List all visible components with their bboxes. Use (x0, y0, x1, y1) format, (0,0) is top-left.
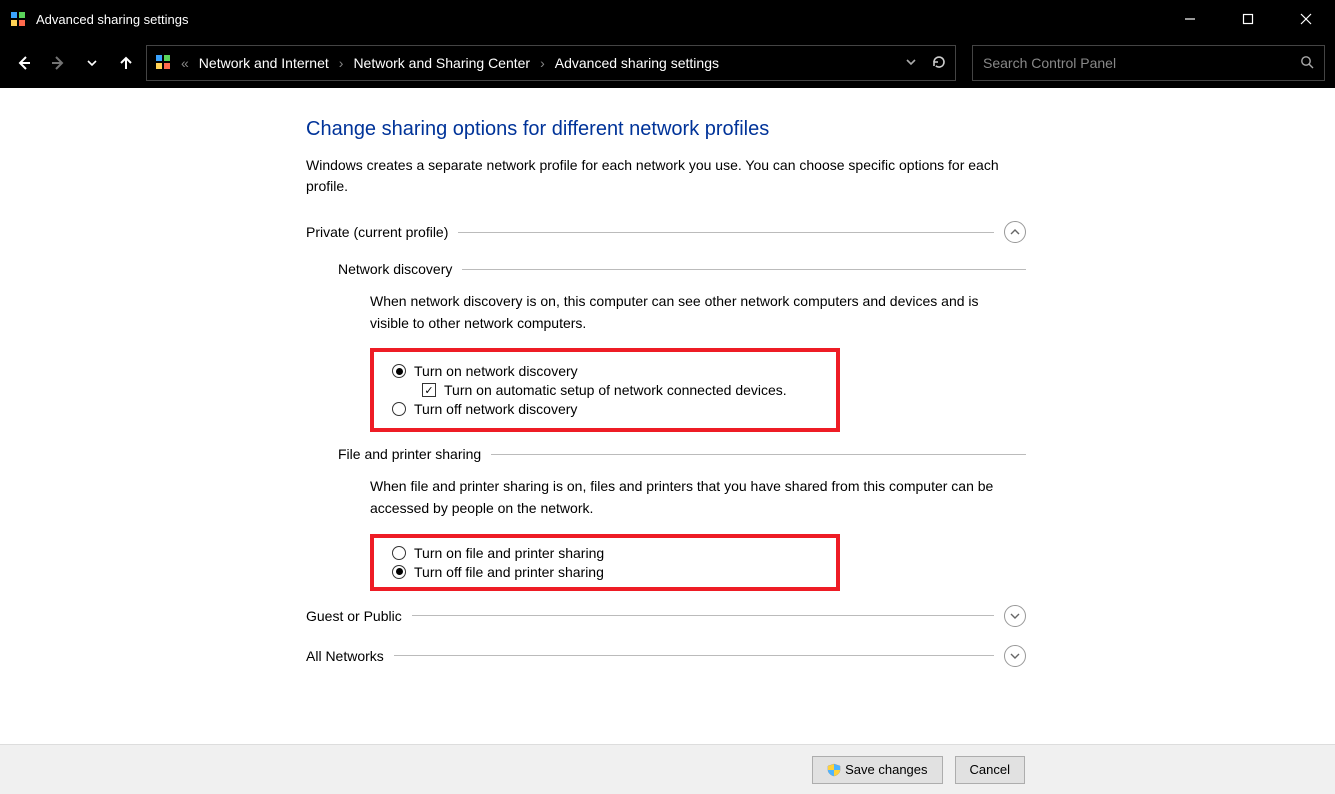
control-panel-icon (10, 11, 26, 27)
address-field[interactable]: « Network and Internet › Network and Sha… (146, 45, 956, 81)
chevron-right-icon[interactable]: › (540, 55, 545, 71)
highlight-file-printer-sharing: Turn on file and printer sharing Turn of… (370, 534, 840, 591)
uac-shield-icon (827, 763, 841, 777)
section-all-networks-label: All Networks (306, 648, 384, 664)
save-changes-button[interactable]: Save changes (812, 756, 942, 784)
section-all-networks-header[interactable]: All Networks (306, 645, 1026, 667)
radio-icon (392, 546, 406, 560)
recent-locations-button[interactable] (78, 49, 106, 77)
radio-turn-off-network-discovery[interactable]: Turn off network discovery (392, 401, 818, 417)
cancel-button[interactable]: Cancel (955, 756, 1025, 784)
history-dropdown-button[interactable] (905, 55, 917, 71)
radio-turn-on-file-printer[interactable]: Turn on file and printer sharing (392, 545, 818, 561)
minimize-button[interactable] (1161, 0, 1219, 38)
page-heading: Change sharing options for different net… (306, 118, 1026, 141)
content-area: Change sharing options for different net… (0, 88, 1335, 744)
radio-icon (392, 565, 406, 579)
breadcrumb-overflow-icon[interactable]: « (181, 55, 189, 71)
radio-turn-off-file-printer[interactable]: Turn off file and printer sharing (392, 564, 818, 580)
address-bar: « Network and Internet › Network and Sha… (0, 38, 1335, 88)
subsection-file-printer-header: File and printer sharing (338, 446, 1026, 462)
close-button[interactable] (1277, 0, 1335, 38)
window-title: Advanced sharing settings (36, 12, 188, 27)
section-private-label: Private (current profile) (306, 224, 448, 240)
subsection-network-discovery-header: Network discovery (338, 261, 1026, 277)
search-field[interactable] (972, 45, 1325, 81)
search-input[interactable] (983, 55, 1300, 71)
up-button[interactable] (112, 49, 140, 77)
chevron-down-icon[interactable] (1004, 605, 1026, 627)
highlight-network-discovery: Turn on network discovery ✓ Turn on auto… (370, 348, 840, 432)
window-controls (1161, 0, 1335, 38)
checkbox-auto-setup-devices[interactable]: ✓ Turn on automatic setup of network con… (422, 382, 818, 398)
checkbox-icon: ✓ (422, 383, 436, 397)
window-titlebar: Advanced sharing settings (0, 0, 1335, 38)
section-guest-public-header[interactable]: Guest or Public (306, 605, 1026, 627)
bottom-button-bar: Save changes Cancel (0, 744, 1335, 794)
control-panel-icon (155, 54, 171, 73)
refresh-button[interactable] (931, 54, 947, 73)
forward-button[interactable] (44, 49, 72, 77)
file-printer-description: When file and printer sharing is on, fil… (370, 476, 1010, 519)
breadcrumb-item-sharing-center[interactable]: Network and Sharing Center (353, 55, 530, 71)
radio-turn-on-network-discovery[interactable]: Turn on network discovery (392, 363, 818, 379)
chevron-down-icon[interactable] (1004, 645, 1026, 667)
back-button[interactable] (10, 49, 38, 77)
search-icon[interactable] (1300, 55, 1314, 72)
breadcrumb-item-network-internet[interactable]: Network and Internet (199, 55, 329, 71)
chevron-right-icon[interactable]: › (339, 55, 344, 71)
network-discovery-description: When network discovery is on, this compu… (370, 291, 1010, 334)
page-description: Windows creates a separate network profi… (306, 155, 1026, 197)
section-private-header[interactable]: Private (current profile) (306, 221, 1026, 243)
radio-icon (392, 402, 406, 416)
maximize-button[interactable] (1219, 0, 1277, 38)
breadcrumb-item-advanced-sharing[interactable]: Advanced sharing settings (555, 55, 719, 71)
chevron-up-icon[interactable] (1004, 221, 1026, 243)
section-guest-public-label: Guest or Public (306, 608, 402, 624)
radio-icon (392, 364, 406, 378)
